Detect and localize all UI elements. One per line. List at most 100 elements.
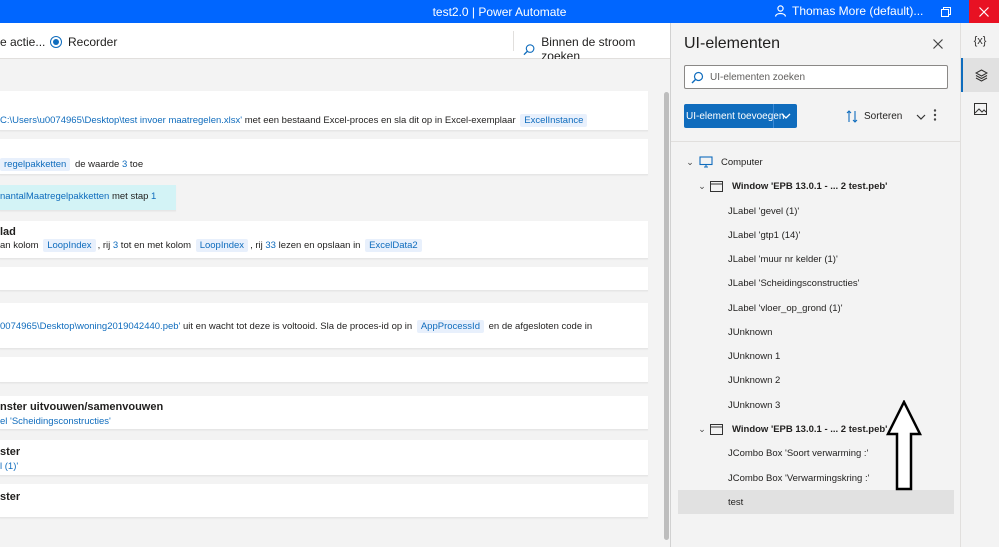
image-icon (973, 103, 987, 115)
restore-button[interactable] (931, 0, 961, 23)
value-link: 1 (151, 191, 157, 202)
ui-element-link[interactable]: el 'Scheidingsconstructies' (0, 416, 111, 427)
action-text: lezen en opslaan in (275, 240, 364, 251)
ui-elements-search-input[interactable]: UI-elementen zoeken (684, 65, 948, 89)
user-name: Thomas More (default)... (792, 4, 924, 18)
tree-node-label: Computer (721, 156, 763, 168)
chevron-down-icon[interactable]: ⌄ (697, 424, 707, 435)
close-icon (979, 6, 989, 17)
tree-node-element[interactable]: JLabel 'gtp1 (14)' (671, 224, 961, 246)
action-text: met een bestaand Excel-proces en sla dit… (242, 115, 519, 126)
tree-node-label: JUnknown 1 (728, 350, 781, 362)
action-card-launch-excel[interactable]: C:\Users\u0074965\Desktop\test invoer ma… (0, 91, 648, 131)
sort-label: Sorteren (864, 111, 903, 122)
annotation-arrow-icon (886, 400, 922, 491)
tree-node-label: Window 'EPB 13.0.1 - ... 2 test.peb' 2 (732, 423, 896, 435)
images-button[interactable] (961, 92, 999, 126)
sort-button[interactable]: Sorteren (846, 110, 926, 123)
tree-node-label: JLabel 'Scheidingsconstructies' (728, 277, 860, 289)
action-text: tot en met kolom (118, 240, 194, 251)
tree-node-element[interactable]: JUnknown (671, 321, 961, 343)
value-link: 33 (265, 240, 276, 251)
action-card-loop-selected[interactable]: nantalMaatregelpakketten met stap 1 (0, 185, 176, 211)
tree-node-label: Window 'EPB 13.0.1 - ... 2 test.peb' (732, 180, 888, 192)
action-text: uit en wacht tot deze is voltooid. Sla d… (180, 321, 415, 332)
tree-node-element-selected[interactable]: test (678, 490, 954, 514)
search-icon (691, 71, 704, 83)
chevron-down-icon (781, 113, 790, 119)
tree-node-element[interactable]: JUnknown 1 (671, 345, 961, 367)
user-account[interactable]: Thomas More (default)... (774, 4, 923, 18)
action-card-run-application[interactable]: 0074965\Desktop\woning2019042440.peb' ui… (0, 303, 648, 349)
search-icon (523, 43, 535, 55)
tree-node-label: JUnknown 2 (728, 374, 781, 386)
action-card-expand-window[interactable]: nster uitvouwen/samenvouwen el 'Scheidin… (0, 396, 648, 430)
action-card-window[interactable]: ster (0, 484, 648, 518)
tree-node-element[interactable]: JLabel 'vloer_op_grond (1)' (671, 297, 961, 319)
recorder-label: Recorder (68, 35, 118, 49)
tree-node-element[interactable]: JLabel 'gevel (1)' (671, 200, 961, 222)
tree-node-label: JLabel 'vloer_op_grond (1)' (728, 302, 843, 314)
run-action-button[interactable]: e actie... (0, 35, 45, 49)
action-text: de waarde (72, 159, 122, 170)
layers-icon (974, 68, 988, 82)
action-text: , rij (97, 240, 113, 251)
action-text: , rij (250, 240, 266, 251)
chevron-down-icon (916, 114, 926, 120)
close-icon (933, 39, 943, 49)
action-card-read-excel[interactable]: lad an kolom LoopIndex, rij 3 tot en met… (0, 221, 648, 259)
variable-chip[interactable]: ExcelInstance (520, 114, 588, 127)
panel-close-button[interactable] (933, 36, 943, 52)
tree-node-window[interactable]: ⌄ Window 'EPB 13.0.1 - ... 2 test.peb' (671, 175, 961, 197)
file-path-link[interactable]: C:\Users\u0074965\Desktop\test invoer ma… (0, 115, 242, 126)
recorder-icon (50, 36, 62, 48)
tree-node-label: JLabel 'gevel (1)' (728, 205, 800, 217)
tree-node-element[interactable]: JLabel 'muur nr kelder (1)' (671, 248, 961, 270)
side-rail: {x} (960, 23, 999, 547)
action-title: nster uitvouwen/samenvouwen (0, 401, 164, 413)
ui-element-link[interactable]: l (1)' (0, 461, 18, 472)
variable-chip[interactable]: ExcelData2 (365, 239, 422, 252)
add-ui-element-label: UI-element toevoegen (686, 110, 785, 122)
action-card-empty[interactable] (0, 357, 648, 383)
action-card-set-variable[interactable]: regelpakketten de waarde 3 toe (0, 139, 648, 175)
title-bar: test2.0 | Power Automate Thomas More (de… (0, 0, 999, 23)
tree-node-label: test (728, 496, 744, 508)
restore-icon (941, 6, 951, 17)
window-icon (710, 423, 723, 435)
action-title: ster (0, 446, 21, 458)
recorder-button[interactable]: Recorder (50, 35, 117, 49)
flow-canvas: C:\Users\u0074965\Desktop\test invoer ma… (0, 59, 670, 547)
tree-node-label: JCombo Box 'Soort verwarming :' (728, 447, 869, 459)
tree-node-label: JUnknown 3 (728, 399, 781, 411)
action-text: an kolom (0, 240, 42, 251)
variables-button[interactable]: {x} (961, 24, 999, 58)
add-ui-element-dropdown[interactable] (773, 104, 797, 128)
variable-chip[interactable]: LoopIndex (195, 239, 249, 252)
chevron-down-icon[interactable]: ⌄ (685, 157, 695, 168)
action-card-window[interactable]: ster l (1)' (0, 440, 648, 476)
add-ui-element-button[interactable]: UI-element toevoegen (684, 104, 797, 128)
chevron-down-icon[interactable]: ⌄ (697, 181, 707, 192)
window-icon (710, 180, 723, 192)
variable-link[interactable]: nantalMaatregelpakketten (0, 191, 109, 202)
variable-chip[interactable]: AppProcessId (416, 320, 484, 333)
ui-elements-button[interactable] (961, 58, 999, 92)
action-card-empty[interactable] (0, 267, 648, 291)
variable-chip[interactable]: LoopIndex (43, 239, 96, 252)
action-text: en de afgesloten code in (485, 321, 593, 332)
flow-scrollbar[interactable] (664, 92, 669, 540)
tree-node-label: JCombo Box 'Verwarmingskring :' (728, 472, 870, 484)
file-path-link[interactable]: 0074965\Desktop\woning2019042440.peb' (0, 321, 180, 332)
variable-chip[interactable]: regelpakketten (0, 158, 71, 171)
toolbar-divider (513, 31, 514, 51)
close-window-button[interactable] (969, 0, 999, 23)
panel-divider (671, 141, 961, 142)
tree-node-element[interactable]: JUnknown 2 (671, 369, 961, 391)
tree-node-computer[interactable]: ⌄ Computer (671, 151, 961, 173)
more-options-button[interactable] (933, 108, 937, 124)
action-text: toe (127, 159, 144, 170)
tree-node-element[interactable]: JLabel 'Scheidingsconstructies' (671, 272, 961, 294)
sort-icon (846, 110, 858, 123)
action-title: ster (0, 491, 21, 503)
